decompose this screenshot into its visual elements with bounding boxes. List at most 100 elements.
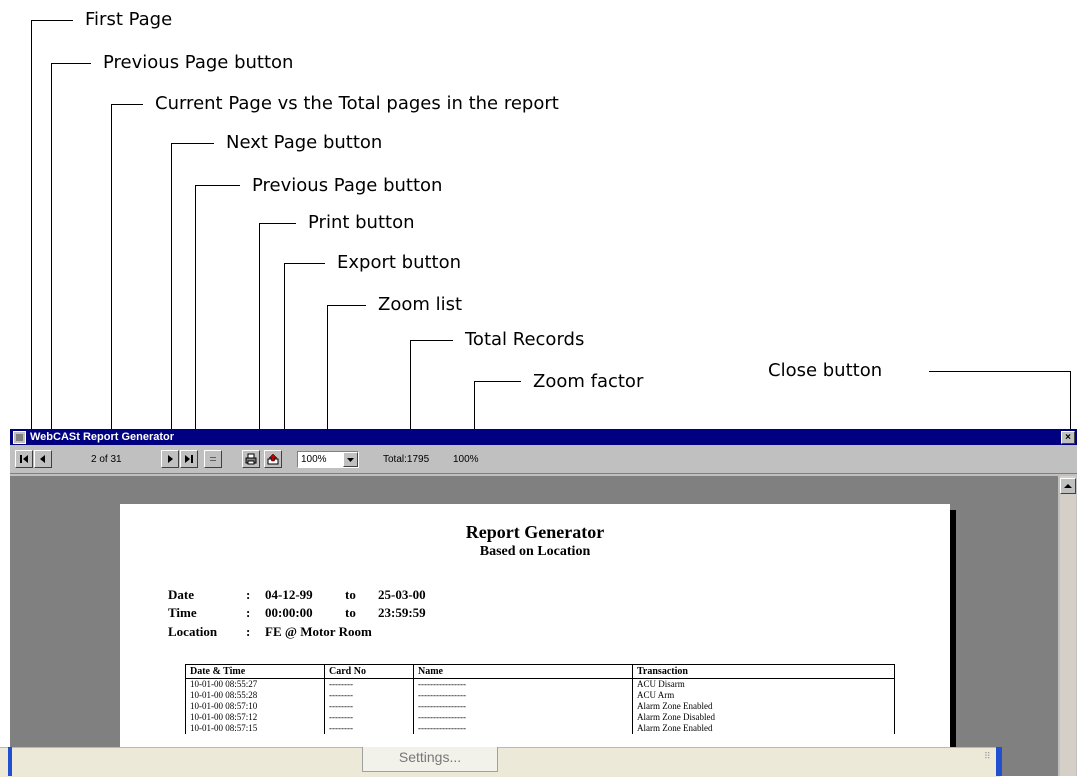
time-separator: : [246,605,251,620]
bottom-strip [0,747,1000,777]
toolbar: 2 of 31 100% Total:1795 100% [10,445,1077,474]
date-to-word: to [345,587,356,602]
zoom-dropdown-button[interactable] [343,452,358,467]
leader-close-h [929,371,1071,372]
cell-date-time: 10-01-00 08:57:10 [185,701,325,712]
close-button[interactable]: × [1061,431,1075,444]
annotation-first-page: First Page [85,9,173,30]
leader-next-page-h [171,143,214,144]
leader-current-page-v [111,104,112,442]
next-page-button[interactable] [161,450,179,468]
left-frame-edge [8,747,12,776]
cell-transaction: Alarm Zone Enabled [632,701,895,712]
annotation-next-page: Next Page button [226,132,383,153]
cell-name: ---------------- [413,690,633,701]
stop-icon [210,457,216,461]
export-button[interactable] [264,450,282,468]
cell-date-time: 10-01-00 08:55:27 [185,678,325,690]
time-to-word: to [345,605,356,620]
leader-previous-page-2-v [195,185,196,442]
annotation-current-page: Current Page vs the Total pages in the r… [155,93,559,114]
cell-card-no: -------- [324,712,414,723]
report-subtitle: Based on Location [479,544,591,559]
settings-button[interactable]: Settings... [362,747,498,772]
leader-close-v [1070,371,1071,431]
annotation-export: Export button [337,252,462,273]
report-title: Report Generator [465,522,605,542]
zoom-factor: 100% [453,454,479,465]
print-button[interactable] [242,450,260,468]
cell-card-no: -------- [324,701,414,712]
time-from: 00:00:00 [265,605,313,620]
leader-export-v [284,263,285,442]
leader-next-page-v [171,143,172,442]
export-icon [267,453,279,465]
leader-export-h [284,263,325,264]
last-page-button[interactable] [180,450,198,468]
cell-card-no: -------- [324,723,414,734]
resize-grip-icon[interactable]: ⠿ [984,753,994,769]
leader-zoom-list-v [327,305,328,442]
vertical-scrollbar[interactable] [1060,476,1076,776]
location-separator: : [246,624,251,639]
annotation-zoom-list: Zoom list [378,294,463,315]
annotation-zoom-factor: Zoom factor [533,371,644,392]
table-row: 10-01-00 08:55:27 -------- -------------… [185,678,895,690]
leader-previous-page-2-h [195,185,240,186]
table-row: 10-01-00 08:57:10 -------- -------------… [185,701,895,712]
leader-print-v [259,223,260,442]
cell-transaction: ACU Arm [632,690,895,701]
leader-total-records-v [410,340,411,442]
window-title: WebCASt Report Generator [30,431,175,443]
printer-icon [245,453,257,465]
cell-name: ---------------- [413,701,633,712]
date-separator: : [246,587,251,602]
annotation-close: Close button [768,360,883,381]
last-page-icon [185,455,193,463]
time-label: Time [168,605,197,620]
report-page: Report Generator Based on Location Date … [120,504,950,776]
stop-button[interactable] [204,450,222,468]
previous-page-icon [40,455,45,463]
time-to: 23:59:59 [378,605,426,620]
leader-zoom-factor-h [474,381,521,382]
total-records: Total:1795 [383,454,430,465]
cell-name: ---------------- [413,723,633,734]
cell-card-no: -------- [324,690,414,701]
page-indicator: 2 of 31 [91,454,122,465]
previous-page-button[interactable] [34,450,52,468]
next-page-icon [168,455,173,463]
cell-transaction: Alarm Zone Disabled [632,712,895,723]
leader-first-page-h [31,20,73,21]
cell-transaction: Alarm Zone Enabled [632,723,895,734]
right-frame-edge [996,747,1002,776]
app-icon [13,431,26,444]
leader-previous-page-v [51,63,52,442]
report-viewer[interactable]: Report Generator Based on Location Date … [10,476,1058,776]
date-to: 25-03-00 [378,587,426,602]
cell-card-no: -------- [324,678,414,690]
annotation-previous-page: Previous Page button [103,52,294,73]
leader-previous-page-h [51,63,91,64]
annotation-print: Print button [308,212,415,233]
leader-print-h [259,223,296,224]
first-page-icon [20,455,28,463]
leader-total-records-h [410,340,453,341]
zoom-list[interactable]: 100% [297,451,359,468]
column-header-card-no: Card No [324,664,414,679]
table-row: 10-01-00 08:55:28 -------- -------------… [185,690,895,701]
scroll-up-button[interactable] [1060,478,1076,494]
table-header-row: Date & Time Card No Name Transaction [185,664,895,679]
zoom-list-value: 100% [301,454,327,465]
leader-current-page-h [111,104,143,105]
column-header-transaction: Transaction [632,664,895,679]
cell-name: ---------------- [413,678,633,690]
leader-zoom-list-h [327,305,366,306]
first-page-button[interactable] [15,450,33,468]
leader-first-page-v [31,20,32,442]
cell-date-time: 10-01-00 08:57:12 [185,712,325,723]
table-row: 10-01-00 08:57:15 -------- -------------… [185,723,895,734]
annotation-previous-page-2: Previous Page button [252,175,443,196]
location-label: Location [168,624,218,639]
title-bar: WebCASt Report Generator × [10,429,1077,445]
